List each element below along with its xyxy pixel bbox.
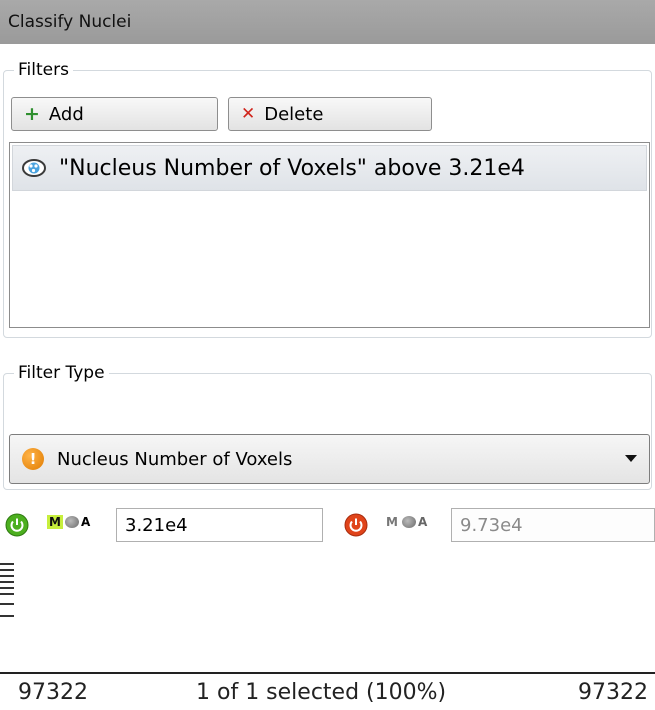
upper-power-icon[interactable] [344,513,368,537]
tick [0,581,14,583]
histogram-y-ticks [0,563,14,621]
eye-icon [22,159,46,177]
filter-list[interactable]: "Nucleus Number of Voxels" above 3.21e4 [9,142,650,328]
tick [0,593,14,595]
filter-type-legend: Filter Type [14,363,109,383]
tick [0,563,14,565]
histogram-max-label: 97322 [578,680,648,705]
upper-mode-toggle[interactable]: M A [384,515,427,529]
histogram-axis [0,672,655,674]
tick [0,587,14,589]
lower-threshold-value: 3.21e4 [125,514,188,536]
histogram-selection-label: 1 of 1 selected (100%) [196,680,447,705]
delete-label: Delete [264,103,324,125]
tick [0,615,14,617]
mode-m-label: M [47,515,63,529]
mode-a-label: A [80,515,91,529]
gear-icon [64,516,79,528]
add-filter-button[interactable]: + Add [11,97,218,131]
histogram-min-label: 97322 [18,680,88,705]
mode-m-label: M [386,515,398,529]
plus-icon: + [24,103,40,125]
chevron-down-icon [625,455,637,462]
lower-threshold-input[interactable]: 3.21e4 [116,508,323,542]
x-icon: ✕ [241,104,256,124]
filter-list-item[interactable]: "Nucleus Number of Voxels" above 3.21e4 [12,145,647,191]
tick [0,569,14,571]
gear-icon [401,516,416,528]
add-label: Add [48,103,84,125]
lower-mode-toggle[interactable]: M A [47,515,90,529]
panel-title: Classify Nuclei [8,12,132,32]
tick [0,603,14,605]
panel-title-bar: Classify Nuclei [0,0,655,44]
filter-type-select[interactable]: ! Nucleus Number of Voxels [9,434,650,484]
upper-threshold-value: 9.73e4 [460,514,523,536]
warning-icon: ! [22,448,44,470]
upper-threshold-input[interactable]: 9.73e4 [451,508,655,542]
delete-filter-button[interactable]: ✕ Delete [228,97,432,131]
lower-power-icon[interactable] [5,513,29,537]
filters-legend: Filters [14,60,73,80]
filter-type-selected: Nucleus Number of Voxels [57,448,293,470]
tick [0,575,14,577]
mode-a-label: A [417,515,428,529]
filter-item-label: "Nucleus Number of Voxels" above 3.21e4 [59,155,525,181]
